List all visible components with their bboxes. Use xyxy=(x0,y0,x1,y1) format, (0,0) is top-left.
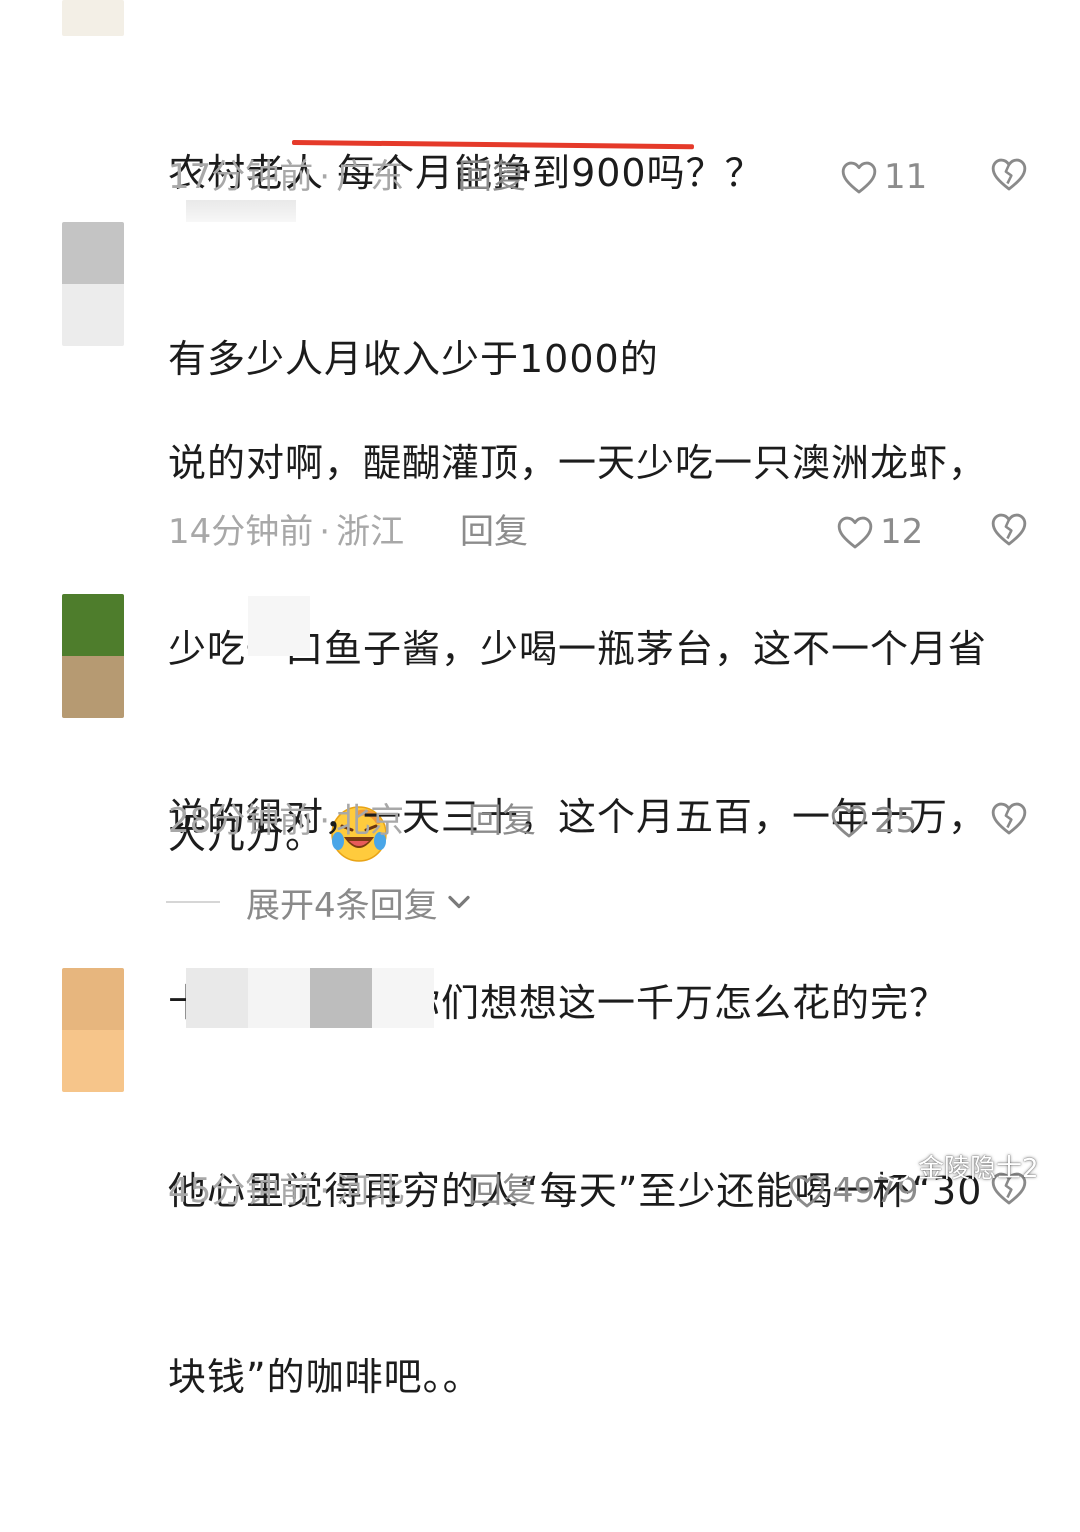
chevron-down-icon xyxy=(447,895,470,909)
comment-meta: 28分钟前 · 北京 回复 25 xyxy=(168,796,1028,846)
avatar[interactable] xyxy=(62,0,124,36)
expand-replies-button[interactable]: 展开4条回复 xyxy=(166,877,476,927)
dislike-button[interactable] xyxy=(990,156,1028,206)
comment-time-location: 28分钟前 · 北京 xyxy=(168,801,405,841)
comment-time-location: 14分钟前 · 浙江 xyxy=(168,512,405,552)
wechat-icon xyxy=(868,1150,911,1182)
reply-button[interactable]: 回复 xyxy=(468,796,536,846)
watermark: 金陵隐士2 xyxy=(868,1148,1039,1185)
comment-time-location: 45分钟前 · 河北 xyxy=(168,1171,405,1211)
reply-button[interactable]: 回复 xyxy=(468,1166,536,1216)
like-count: 11 xyxy=(884,157,928,197)
comment-meta: 17分钟前 · 广东 回复 11 xyxy=(168,152,1028,202)
reply-button[interactable]: 回复 xyxy=(460,507,528,557)
broken-heart-icon xyxy=(991,513,1027,546)
reply-button[interactable]: 回复 xyxy=(458,152,526,202)
broken-heart-icon xyxy=(991,802,1027,835)
heart-icon xyxy=(841,161,877,194)
comment-text: 他心里觉得再穷的人“每天”至少还能喝一杯“30 块钱”的咖啡吧。。 xyxy=(168,1036,1048,1532)
avatar[interactable] xyxy=(62,222,124,346)
avatar[interactable] xyxy=(62,968,124,1092)
username-redacted xyxy=(186,968,434,1028)
like-count: 25 xyxy=(874,801,918,841)
like-count: 12 xyxy=(880,512,924,552)
watermark-text: 金陵隐士2 xyxy=(918,1154,1039,1184)
heart-icon xyxy=(831,805,867,838)
comment-line: 说的对啊，醍醐灌顶，一天少吃一只澳洲龙虾， xyxy=(168,441,988,485)
dislike-button[interactable] xyxy=(990,800,1028,850)
comment-time-location: 17分钟前 · 广东 xyxy=(168,157,405,197)
comment-meta: 14分钟前 · 浙江 回复 12 xyxy=(168,507,1028,557)
heart-icon xyxy=(789,1175,825,1208)
heart-icon xyxy=(837,516,873,549)
comment-line: 块钱”的咖啡吧。。 xyxy=(168,1355,482,1399)
avatar[interactable] xyxy=(62,594,124,718)
broken-heart-icon xyxy=(991,158,1027,191)
like-button[interactable]: 12 xyxy=(836,507,923,557)
like-button[interactable]: 25 xyxy=(830,796,917,846)
like-button[interactable]: 11 xyxy=(840,152,927,202)
username-redacted xyxy=(186,200,296,222)
username-redacted xyxy=(248,596,310,656)
dislike-button[interactable] xyxy=(990,511,1028,561)
expand-replies-label: 展开4条回复 xyxy=(246,885,438,926)
expand-divider xyxy=(166,901,220,903)
